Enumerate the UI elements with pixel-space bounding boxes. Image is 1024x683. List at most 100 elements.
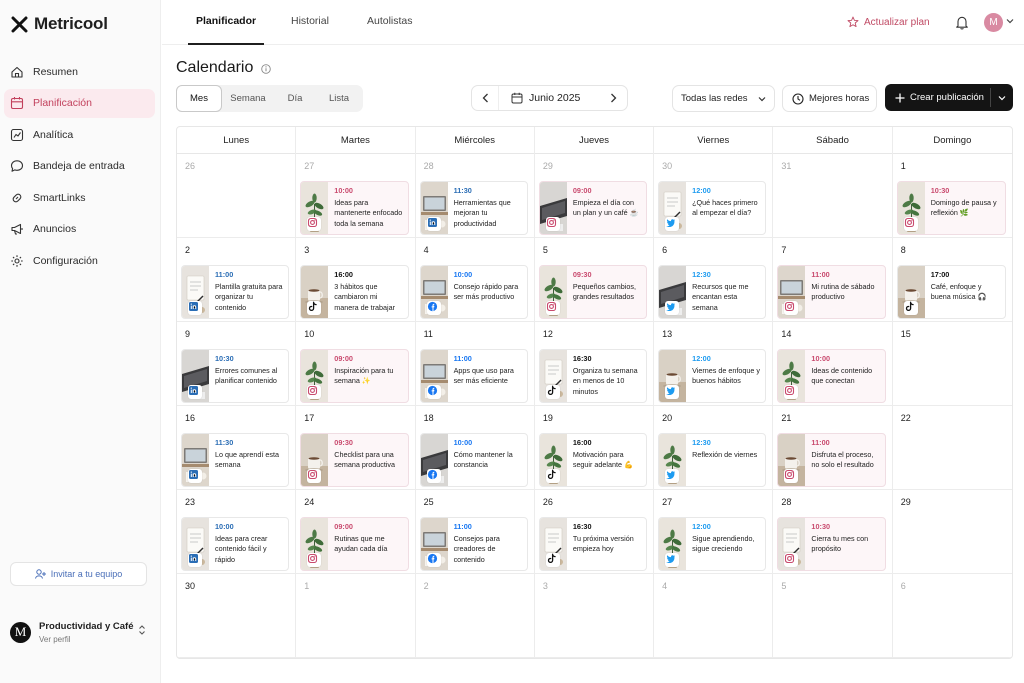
calendar-day-cell[interactable]: 17 09:30 Checklist para una semana product… bbox=[296, 406, 416, 490]
calendar-day-cell[interactable]: 5 bbox=[773, 574, 893, 658]
scheduled-post-card[interactable]: 10:30 Cierra tu mes con propósito bbox=[777, 517, 886, 571]
calendar-day-cell[interactable]: 28 11:30 Herramientas que mejoran tu produ… bbox=[415, 154, 535, 238]
network-filter-select[interactable]: Todas las redes bbox=[672, 85, 775, 112]
view-week-button[interactable]: Semana bbox=[224, 85, 272, 112]
calendar-day-cell[interactable]: 1 bbox=[296, 574, 416, 658]
scheduled-post-card[interactable]: 11:30 Lo que aprendí esta semana bbox=[181, 433, 290, 487]
calendar-day-cell[interactable]: 27 12:00 Sigue aprendiendo, sigue creciend… bbox=[654, 490, 774, 574]
calendar-day-cell[interactable]: 3 16:00 3 hábitos que cambiaron mi manera … bbox=[296, 238, 416, 322]
scheduled-post-card[interactable]: 12:00 ¿Qué haces primero al empezar el dí… bbox=[658, 181, 767, 235]
calendar-day-cell[interactable]: 12 16:30 Organiza tu semana en menos de 10… bbox=[534, 322, 655, 406]
calendar-day-cell[interactable]: 3 bbox=[534, 574, 655, 658]
calendar-day-cell[interactable]: 11 11:00 Apps que uso para ser más eficien… bbox=[415, 322, 535, 406]
calendar-day-cell[interactable]: 8 17:00 Café, enfoque y buena música 🎧 bbox=[892, 238, 1012, 322]
scheduled-post-card[interactable]: 12:30 Reflexión de viernes bbox=[658, 433, 767, 487]
scheduled-post-card[interactable]: 10:00 Cómo mantener la constancia bbox=[419, 433, 528, 487]
sidebar-item-smartlinks[interactable]: SmartLinks bbox=[4, 183, 155, 212]
calendar-day-cell[interactable]: 16 11:30 Lo que aprendí esta semana bbox=[177, 406, 297, 490]
calendar-day-cell[interactable]: 1 10:30 Domingo de pausa y reflexión 🌿 bbox=[892, 154, 1012, 238]
profile-switcher[interactable]: M Productividad y Café Ver perfil bbox=[10, 617, 150, 647]
create-options-dropdown[interactable] bbox=[991, 84, 1013, 111]
scheduled-post-card[interactable]: 11:00 Mi rutina de sábado productivo bbox=[777, 265, 886, 319]
scheduled-post-card[interactable]: 16:00 3 hábitos que cambiaron mi manera d… bbox=[300, 265, 409, 319]
scheduled-post-card[interactable]: 12:00 Sigue aprendiendo, sigue creciendo bbox=[658, 517, 767, 571]
tab-autolistas[interactable]: Autolistas bbox=[367, 0, 413, 45]
view-day-button[interactable]: Día bbox=[274, 85, 316, 112]
scheduled-post-card[interactable]: 10:30 Errores comunes al planificar conte… bbox=[181, 349, 290, 403]
previous-month-button[interactable] bbox=[472, 86, 499, 110]
bell-icon[interactable] bbox=[955, 15, 969, 30]
app-logo[interactable]: Metricool bbox=[11, 14, 108, 34]
scheduled-post-card[interactable]: 17:00 Café, enfoque y buena música 🎧 bbox=[896, 265, 1006, 319]
scheduled-post-card[interactable]: 09:30 Pequeños cambios, grandes resultado… bbox=[538, 265, 648, 319]
sidebar-item-anal-tica[interactable]: Analítica bbox=[4, 120, 155, 149]
calendar-day-cell[interactable]: 9 10:30 Errores comunes al planificar cont… bbox=[177, 322, 297, 406]
calendar-day-cell[interactable]: 25 11:00 Consejos para creadores de conten… bbox=[415, 490, 535, 574]
calendar-day-cell[interactable]: 18 10:00 Cómo mantener la constancia bbox=[415, 406, 535, 490]
next-month-button[interactable] bbox=[600, 86, 627, 110]
calendar-day-cell[interactable]: 6 bbox=[892, 574, 1012, 658]
calendar-day-cell[interactable]: 4 bbox=[654, 574, 774, 658]
scheduled-post-card[interactable]: 10:00 Ideas para crear contenido fácil y … bbox=[181, 517, 290, 571]
calendar-day-cell[interactable]: 15 bbox=[892, 322, 1012, 406]
scheduled-post-card[interactable]: 12:00 Viernes de enfoque y buenos hábitos bbox=[658, 349, 767, 403]
sidebar-item-anuncios[interactable]: Anuncios bbox=[4, 215, 155, 244]
info-icon[interactable] bbox=[261, 64, 271, 74]
calendar-day-cell[interactable]: 31 bbox=[773, 154, 893, 238]
calendar-day-cell[interactable]: 20 12:30 Reflexión de viernes bbox=[654, 406, 774, 490]
invite-team-button[interactable]: Invitar a tu equipo bbox=[10, 562, 147, 586]
scheduled-post-card[interactable]: 09:00 Rutinas que me ayudan cada día bbox=[300, 517, 409, 571]
sidebar-item-bandeja-de-entrada[interactable]: Bandeja de entrada bbox=[4, 152, 155, 181]
calendar-day-cell[interactable]: 13 12:00 Viernes de enfoque y buenos hábit… bbox=[654, 322, 774, 406]
scheduled-post-card[interactable]: 10:00 Ideas para mantenerte enfocado toda… bbox=[300, 181, 409, 235]
chevron-down-icon[interactable] bbox=[1006, 18, 1014, 24]
create-post-button[interactable]: Crear publicación bbox=[885, 84, 990, 111]
calendar-day-cell[interactable]: 19 16:00 Motivación para seguir adelante 💪 bbox=[534, 406, 655, 490]
scheduled-post-card[interactable]: 10:00 Consejo rápido para ser más product… bbox=[419, 265, 528, 319]
scheduled-post-card[interactable]: 11:00 Plantilla gratuita para organizar t… bbox=[181, 265, 290, 319]
scheduled-post-card[interactable]: 10:00 Ideas de contenido que conectan bbox=[777, 349, 886, 403]
calendar-day-cell[interactable]: 2 bbox=[415, 574, 535, 658]
scheduled-post-card[interactable]: 11:30 Herramientas que mejoran tu product… bbox=[419, 181, 528, 235]
scheduled-post-card[interactable]: 09:00 Inspiración para tu semana ✨ bbox=[300, 349, 409, 403]
best-hours-button[interactable]: Mejores horas bbox=[782, 85, 877, 112]
month-picker[interactable]: Junio 2025 bbox=[511, 86, 580, 110]
calendar-day-cell[interactable]: 30 12:00 ¿Qué haces primero al empezar el … bbox=[654, 154, 774, 238]
scheduled-post-card[interactable]: 11:00 Apps que uso para ser más eficiente bbox=[419, 349, 528, 403]
scheduled-post-card[interactable]: 10:30 Domingo de pausa y reflexión 🌿 bbox=[896, 181, 1006, 235]
view-list-button[interactable]: Lista bbox=[318, 85, 360, 112]
scheduled-post-card[interactable]: 16:30 Tu próxima versión empieza hoy bbox=[538, 517, 648, 571]
calendar-day-cell[interactable]: 22 bbox=[892, 406, 1012, 490]
calendar-day-cell[interactable]: 27 10:00 Ideas para mantenerte enfocado to… bbox=[296, 154, 416, 238]
calendar-day-cell[interactable]: 23 10:00 Ideas para crear contenido fácil … bbox=[177, 490, 297, 574]
upgrade-plan-link[interactable]: Actualizar plan bbox=[847, 16, 930, 28]
profile-subtitle[interactable]: Ver perfil bbox=[39, 635, 134, 644]
scheduled-post-card[interactable]: 11:00 Disfruta el proceso, no solo el res… bbox=[777, 433, 886, 487]
calendar-day-cell[interactable]: 6 12:30 Recursos que me encantan esta sema… bbox=[654, 238, 774, 322]
view-month-button[interactable]: Mes bbox=[176, 85, 222, 112]
calendar-day-cell[interactable]: 29 09:00 Empieza el día con un plan y un c… bbox=[534, 154, 655, 238]
tab-planificador[interactable]: Planificador bbox=[188, 0, 265, 45]
scheduled-post-card[interactable]: 09:30 Checklist para una semana productiv… bbox=[300, 433, 409, 487]
sidebar-item-resumen[interactable]: Resumen bbox=[4, 57, 155, 86]
calendar-day-cell[interactable]: 30 bbox=[177, 574, 297, 658]
calendar-day-cell[interactable]: 7 11:00 Mi rutina de sábado productivo bbox=[773, 238, 893, 322]
calendar-day-cell[interactable]: 14 10:00 Ideas de contenido que conectan bbox=[773, 322, 893, 406]
calendar-day-cell[interactable]: 28 10:30 Cierra tu mes con propósito bbox=[773, 490, 893, 574]
calendar-day-cell[interactable]: 29 bbox=[892, 490, 1012, 574]
scheduled-post-card[interactable]: 16:00 Motivación para seguir adelante 💪 bbox=[538, 433, 648, 487]
calendar-day-cell[interactable]: 21 11:00 Disfruta el proceso, no solo el r… bbox=[773, 406, 893, 490]
calendar-day-cell[interactable]: 5 09:30 Pequeños cambios, grandes resultad… bbox=[534, 238, 655, 322]
user-avatar[interactable]: M bbox=[984, 13, 1003, 32]
scheduled-post-card[interactable]: 09:00 Empieza el día con un plan y un caf… bbox=[538, 181, 648, 235]
tab-historial[interactable]: Historial bbox=[291, 0, 329, 45]
calendar-day-cell[interactable]: 2 11:00 Plantilla gratuita para organizar … bbox=[177, 238, 297, 322]
calendar-day-cell[interactable]: 4 10:00 Consejo rápido para ser más produc… bbox=[415, 238, 535, 322]
calendar-day-cell[interactable]: 24 09:00 Rutinas que me ayudan cada día bbox=[296, 490, 416, 574]
calendar-day-cell[interactable]: 26 bbox=[177, 154, 297, 238]
scheduled-post-card[interactable]: 11:00 Consejos para creadores de contenid… bbox=[419, 517, 528, 571]
calendar-day-cell[interactable]: 10 09:00 Inspiración para tu semana ✨ bbox=[296, 322, 416, 406]
sidebar-item-planificaci-n[interactable]: Planificación bbox=[4, 88, 155, 118]
scheduled-post-card[interactable]: 12:30 Recursos que me encantan esta seman… bbox=[658, 265, 767, 319]
calendar-day-cell[interactable]: 26 16:30 Tu próxima versión empieza hoy bbox=[534, 490, 655, 574]
